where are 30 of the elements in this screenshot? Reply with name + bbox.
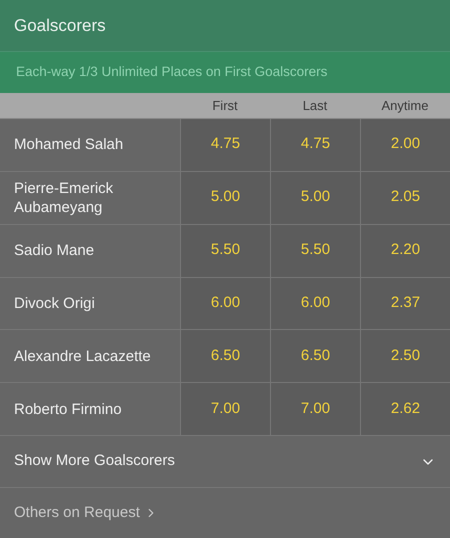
- player-name: Roberto Firmino: [14, 400, 122, 419]
- odds-button[interactable]: 5.50: [270, 224, 360, 276]
- odds-button[interactable]: 6.50: [270, 330, 360, 382]
- odds-button[interactable]: 6.50: [180, 330, 270, 382]
- odds-button[interactable]: 5.50: [180, 224, 270, 276]
- odds-button[interactable]: 2.62: [360, 383, 450, 436]
- odds-button[interactable]: 5.00: [180, 172, 270, 224]
- column-header: Last: [302, 96, 328, 115]
- each-way-terms: Each-way 1/3 Unlimited Places on First Goalscorers: [16, 63, 328, 82]
- player-name: Sadio Mane: [14, 241, 94, 260]
- odds-button[interactable]: 7.00: [270, 383, 360, 436]
- player-name: Mohamed Salah: [14, 135, 124, 154]
- odds-button[interactable]: 4.75: [180, 118, 270, 171]
- odds-button[interactable]: 2.00: [360, 118, 450, 171]
- column-header: Anytime: [382, 96, 428, 115]
- odds-button[interactable]: 2.50: [360, 330, 450, 382]
- odds-button[interactable]: 7.00: [180, 383, 270, 436]
- odds-button[interactable]: 4.75: [270, 118, 360, 171]
- odds-button[interactable]: 2.37: [360, 278, 450, 330]
- player-name: Alexandre Lacazette: [14, 346, 151, 366]
- odds-button[interactable]: 6.00: [180, 278, 270, 330]
- player-name: Divock Origi: [14, 294, 95, 313]
- others-link[interactable]: Others on Request: [14, 502, 158, 524]
- section-title: Goalscorers: [14, 14, 106, 37]
- player-name: Pierre-Emerick Aubameyang: [14, 178, 114, 217]
- odds-button[interactable]: 5.00: [270, 172, 360, 224]
- odds-button[interactable]: 2.05: [360, 172, 450, 224]
- odds-button[interactable]: 6.00: [270, 278, 360, 330]
- column-header: First: [212, 96, 238, 115]
- odds-button[interactable]: 2.20: [360, 224, 450, 276]
